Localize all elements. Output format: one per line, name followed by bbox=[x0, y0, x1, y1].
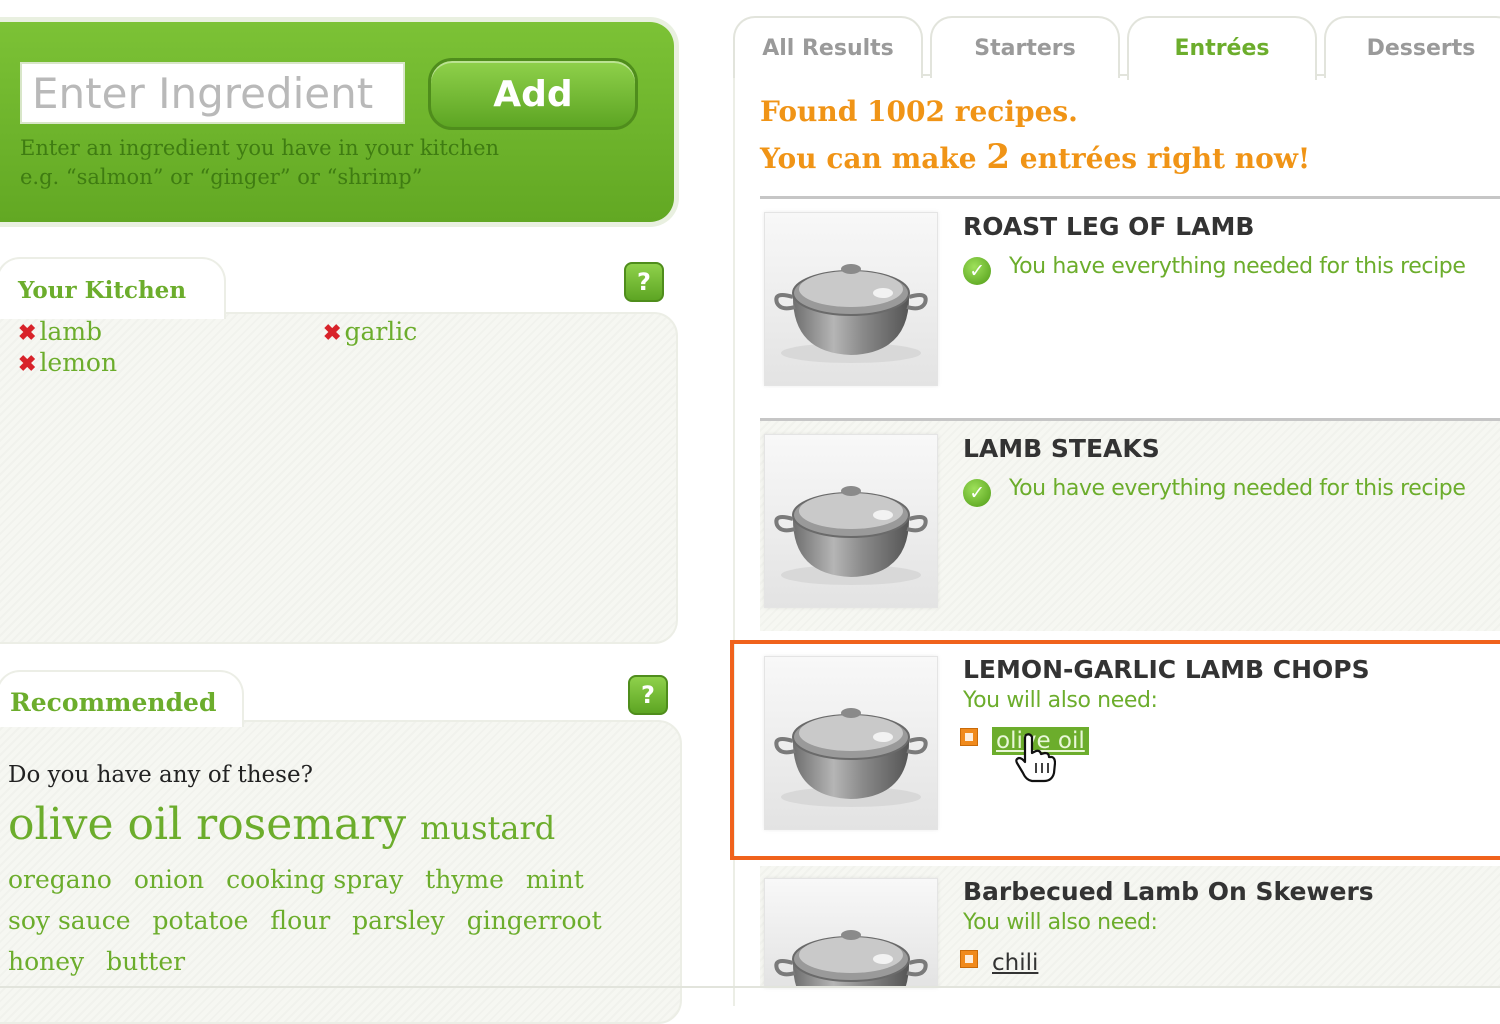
found-count: Found 1002 recipes. bbox=[760, 95, 1078, 128]
add-hint-line-1: Enter an ingredient you have in your kit… bbox=[20, 136, 500, 160]
recipe-status-text: You have everything needed for this reci… bbox=[1009, 254, 1466, 279]
tab-desserts[interactable]: Desserts bbox=[1324, 16, 1500, 78]
recommended-question: Do you have any of these? bbox=[8, 762, 313, 788]
remove-icon[interactable]: ✖ bbox=[323, 320, 341, 346]
divider bbox=[760, 196, 1500, 199]
suggestion-mint[interactable]: mint bbox=[526, 865, 584, 894]
add-button[interactable]: Add bbox=[428, 58, 638, 130]
recipe-status: ✓ You have everything needed for this rec… bbox=[963, 254, 1466, 285]
suggestion-cooking-spray[interactable]: cooking spray bbox=[226, 865, 403, 894]
hand-cursor-icon bbox=[1015, 733, 1056, 783]
pot-icon bbox=[774, 708, 928, 807]
recommended-tab: Recommended bbox=[0, 670, 244, 727]
recipe-thumbnail[interactable] bbox=[764, 656, 938, 830]
recommended-cloud: olive oil rosemary mustard oregano onion c… bbox=[8, 800, 638, 982]
pot-icon bbox=[774, 486, 928, 585]
pot-icon bbox=[774, 930, 928, 987]
kitchen-item-garlic: ✖ garlic bbox=[323, 317, 417, 346]
suggestion-soy-sauce[interactable]: soy sauce bbox=[8, 906, 131, 935]
remove-icon[interactable]: ✖ bbox=[18, 351, 36, 377]
tab-all-results[interactable]: All Results bbox=[733, 16, 923, 78]
make-count: 2 bbox=[986, 137, 1011, 177]
make-count-summary: You can make 2 entrées right now! bbox=[760, 137, 1310, 177]
kitchen-tab: Your Kitchen bbox=[0, 257, 226, 319]
bottom-rule bbox=[0, 986, 1500, 988]
recipe-thumbnail[interactable] bbox=[764, 878, 938, 988]
kitchen-title: Your Kitchen bbox=[18, 277, 187, 304]
add-icon[interactable] bbox=[960, 728, 978, 746]
suggestion-potatoe[interactable]: potatoe bbox=[153, 906, 249, 935]
suggestion-olive-oil[interactable]: olive oil bbox=[8, 799, 182, 850]
suggestion-butter[interactable]: butter bbox=[106, 947, 185, 976]
suggestion-onion[interactable]: onion bbox=[134, 865, 204, 894]
recipe-status: ✓ You have everything needed for this rec… bbox=[963, 476, 1466, 507]
suggestion-gingerroot[interactable]: gingerroot bbox=[467, 906, 602, 935]
recipe-thumbnail[interactable] bbox=[764, 434, 938, 608]
suggestion-honey[interactable]: honey bbox=[8, 947, 84, 976]
suggestion-oregano[interactable]: oregano bbox=[8, 865, 112, 894]
suggestion-mustard[interactable]: mustard bbox=[420, 809, 555, 847]
make-prefix: You can make bbox=[760, 142, 987, 175]
add-hint: Enter an ingredient you have in your kit… bbox=[20, 134, 620, 192]
suggestion-parsley[interactable]: parsley bbox=[352, 906, 445, 935]
recipe-title[interactable]: Barbecued Lamb On Skewers bbox=[963, 877, 1374, 906]
need-label: You will also need: bbox=[963, 688, 1158, 713]
need-item: chili bbox=[960, 950, 1038, 976]
kitchen-item-lamb: ✖ lamb bbox=[18, 317, 102, 346]
recipe-thumbnail[interactable] bbox=[764, 212, 938, 386]
need-label: You will also need: bbox=[963, 910, 1158, 935]
recommended-help-icon[interactable]: ? bbox=[628, 675, 668, 715]
kitchen-item-label: lemon bbox=[39, 348, 118, 377]
tab-entrees[interactable]: Entrées bbox=[1127, 16, 1317, 80]
remove-icon[interactable]: ✖ bbox=[18, 320, 36, 346]
add-hint-line-2: e.g. “salmon” or “ginger” or “shrimp” bbox=[20, 165, 423, 189]
recommended-title: Recommended bbox=[10, 688, 217, 717]
make-suffix: entrées right now! bbox=[1010, 142, 1311, 175]
recipe-title[interactable]: ROAST LEG OF LAMB bbox=[963, 212, 1254, 241]
kitchen-item-lemon: ✖ lemon bbox=[18, 348, 117, 377]
recipe-title[interactable]: LAMB STEAKS bbox=[963, 434, 1160, 463]
recipe-title[interactable]: LEMON-GARLIC LAMB CHOPS bbox=[963, 655, 1370, 684]
add-ingredient-panel: Add Enter an ingredient you have in your… bbox=[0, 22, 674, 222]
kitchen-item-label: garlic bbox=[344, 317, 418, 346]
suggestion-thyme[interactable]: thyme bbox=[425, 865, 504, 894]
suggestion-flour[interactable]: flour bbox=[270, 906, 330, 935]
check-icon: ✓ bbox=[963, 479, 991, 507]
kitchen-item-label: lamb bbox=[39, 317, 103, 346]
recipe-status-text: You have everything needed for this reci… bbox=[1009, 476, 1466, 501]
need-link-chili[interactable]: chili bbox=[992, 950, 1038, 976]
suggestion-rosemary[interactable]: rosemary bbox=[196, 799, 406, 850]
add-icon[interactable] bbox=[960, 950, 978, 968]
pot-icon bbox=[774, 264, 928, 363]
check-icon: ✓ bbox=[963, 257, 991, 285]
tab-starters[interactable]: Starters bbox=[930, 16, 1120, 78]
ingredient-input[interactable] bbox=[20, 62, 405, 124]
kitchen-help-icon[interactable]: ? bbox=[624, 262, 664, 302]
